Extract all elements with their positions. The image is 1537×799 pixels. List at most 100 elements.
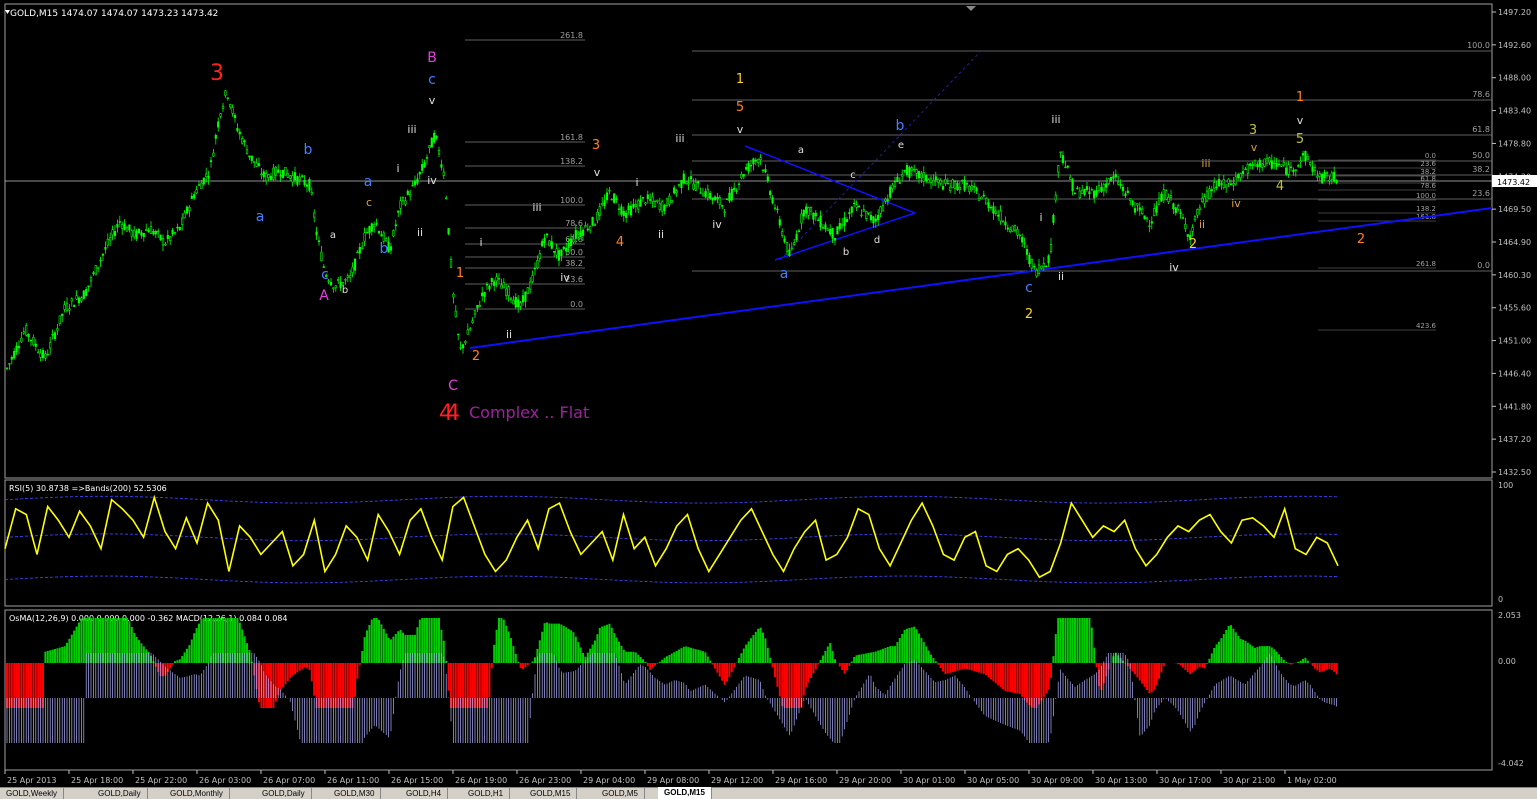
candle-body [353, 258, 357, 271]
candle-body [212, 152, 215, 157]
candle-body [116, 224, 119, 228]
candle-body [949, 186, 952, 191]
candle-body [613, 193, 616, 203]
chart-tab[interactable]: GOLD,H1 [462, 788, 511, 799]
candle-body [766, 176, 769, 181]
candle-body [853, 202, 856, 205]
wave-label: b [380, 241, 389, 257]
candle-body [793, 242, 796, 245]
candle-body [1160, 193, 1163, 202]
candle-body [1304, 151, 1307, 162]
candle-body [351, 266, 354, 273]
candle-body [869, 214, 873, 221]
chart-tab[interactable]: GOLD,M15 [524, 788, 578, 799]
candle-body [171, 229, 174, 235]
chart-tab[interactable]: GOLD,M30 [328, 788, 382, 799]
candle-body [812, 212, 815, 220]
candle-body [296, 176, 299, 185]
candle-body [1210, 189, 1213, 192]
candle-body [553, 250, 556, 253]
chart-tabs-bar: GOLD,Weekly GOLD,Daily GOLD,Monthly GOLD,Da… [0, 787, 1537, 799]
chart-tab[interactable]: GOLD,Daily [92, 788, 148, 799]
candle-body [913, 169, 916, 171]
candle-body [373, 224, 376, 227]
fib-label-right: 78.6 [1472, 90, 1490, 99]
wave-label: 5 [1296, 132, 1304, 147]
wave-label: a [780, 266, 789, 282]
candle-body [838, 223, 841, 230]
candle-body [147, 229, 150, 233]
candle-body [125, 227, 129, 232]
chart-tab[interactable]: GOLD,H4 [400, 788, 449, 799]
candle-body [545, 233, 549, 236]
candle-body [430, 137, 433, 148]
candle-body [44, 353, 47, 359]
candle-body [17, 346, 21, 349]
candle-body [1049, 243, 1053, 253]
candle-body [1316, 176, 1319, 178]
candle-body [269, 175, 273, 180]
wave-label: d [874, 235, 880, 246]
candle-body [579, 231, 582, 237]
candle-body [34, 343, 37, 347]
candle-body [1162, 189, 1165, 201]
candle-body [845, 219, 849, 223]
candle-body [255, 162, 258, 167]
candle-body [154, 230, 157, 235]
chart-tab[interactable]: GOLD,Daily [256, 788, 312, 799]
candle-body [742, 174, 745, 177]
wave-label: ii [1199, 218, 1205, 231]
chart-tab[interactable]: GOLD,M15 [658, 787, 712, 799]
candle-body [1270, 160, 1273, 169]
triangle-upper-line[interactable] [744, 145, 916, 214]
candle-body [1335, 180, 1338, 183]
candle-body [1297, 165, 1300, 167]
y-tick-label: 1497.20 [1498, 8, 1531, 17]
fib-label-left: 100.0 [560, 196, 583, 205]
candle-body [622, 210, 625, 216]
trendline-support[interactable] [469, 207, 1493, 349]
candle-body [1042, 262, 1045, 267]
panel-frame-1 [4, 479, 1493, 607]
candle-body [75, 295, 78, 300]
candle-body [281, 169, 285, 178]
candle-body [1318, 173, 1321, 177]
dotted-channel-line[interactable] [779, 51, 981, 261]
candle-body [334, 285, 337, 289]
candle-body [1232, 183, 1235, 186]
candle-body [411, 184, 414, 187]
candle-body [421, 164, 424, 171]
x-tick-label: 29 Apr 08:00 [647, 776, 699, 785]
fib-label-right: 100.0 [1467, 41, 1490, 50]
candle-body [1258, 159, 1261, 168]
candle-body [1208, 188, 1211, 199]
chart-tab[interactable]: GOLD,Weekly [0, 788, 64, 799]
candle-body [951, 179, 954, 188]
candle-body [1028, 254, 1031, 265]
chart-tab[interactable]: GOLD,M5 [596, 788, 646, 799]
panel-frame-0 [4, 3, 1493, 479]
candle-body [301, 175, 304, 177]
wave-label: iii [675, 132, 684, 145]
candle-body [1109, 177, 1113, 181]
candle-body [15, 345, 18, 353]
fib-label-right2: 138.2 [1416, 205, 1436, 213]
fib-label-right2: 0.0 [1425, 152, 1436, 160]
candle-body [1265, 157, 1269, 164]
candle-body [406, 190, 409, 195]
candle-body [166, 234, 169, 240]
candle-body [802, 209, 805, 217]
chart-tab[interactable]: GOLD,Monthly [164, 788, 230, 799]
candle-body [857, 206, 861, 208]
candle-body [814, 212, 817, 217]
wave-label: b [843, 247, 849, 258]
chart-canvas[interactable]: GOLD,M15 1474.07 1474.07 1473.23 1473.42… [0, 0, 1537, 787]
candle-body [1292, 169, 1295, 173]
candle-body [397, 210, 400, 213]
candle-body [320, 251, 323, 262]
candle-body [1251, 164, 1254, 166]
wave-label: v [429, 94, 436, 107]
candle-body [1256, 164, 1259, 168]
candle-body [25, 325, 28, 336]
candle-body [1241, 170, 1245, 174]
